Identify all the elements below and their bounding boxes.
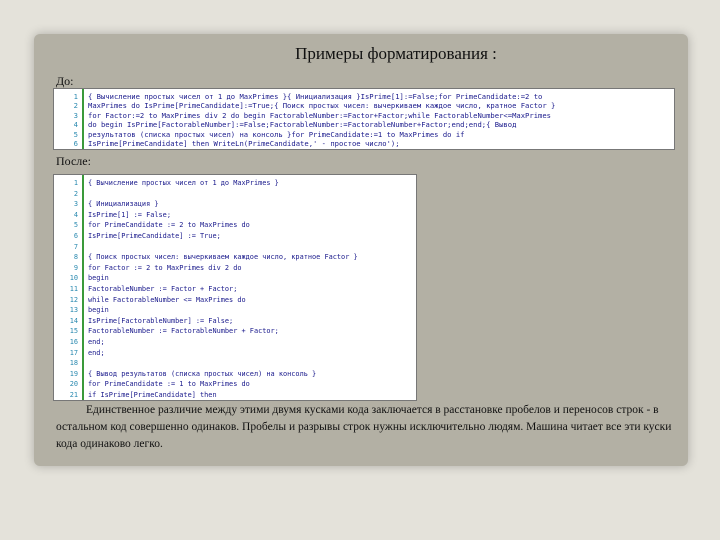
code-line: 2 (54, 189, 416, 200)
code-line: 19 { Вывод результатов (списка простых чи… (54, 369, 416, 380)
line-number: 22 (58, 400, 78, 401)
code-line: 4 IsPrime[1] := False; (54, 210, 416, 221)
code-line: 14 IsPrime[FactorableNumber] := False; (54, 316, 416, 327)
code-line: 5 for PrimeCandidate := 2 to MaxPrimes do (54, 220, 416, 231)
slide-title: Примеры форматирования : (295, 44, 497, 63)
line-number: 6 (73, 138, 78, 148)
code-text: begin (88, 274, 109, 283)
code-line: 4 do begin IsPrime[FactorableNumber]:=Fal… (54, 120, 674, 129)
code-line: 15 FactorableNumber := FactorableNumber … (54, 326, 416, 337)
code-text: { Вычисление простых чисел от 1 до MaxPr… (88, 92, 543, 101)
line-number: 21 (69, 390, 78, 399)
code-text: WriteLn(PrimeCandidate, ' - простое числ… (88, 400, 271, 401)
line-number: 10 (69, 274, 78, 283)
code-text: FactorableNumber := FactorableNumber + F… (88, 327, 279, 336)
line-number: 2 (73, 189, 78, 198)
code-text: end; (88, 348, 105, 357)
code-text: do begin IsPrime[FactorableNumber]:=Fals… (88, 120, 517, 130)
before-code-block: 1 { Вычисление простых чисел от 1 до MaxP… (53, 88, 675, 150)
code-text: { Вычисление простых чисел от 1 до MaxPr… (88, 179, 279, 187)
code-line: 13 begin (54, 305, 416, 316)
code-line: 2 MaxPrimes do IsPrime[PrimeCandidate]:=T… (54, 101, 674, 110)
code-text: IsPrime[PrimeCandidate] := True; (88, 231, 221, 240)
code-line: 22 WriteLn(PrimeCandidate, ' - простое ч… (54, 400, 416, 401)
code-text: for Factor := 2 to MaxPrimes div 2 do (88, 263, 242, 272)
code-line: 5 результатов (списка простых чисел) на к… (54, 130, 674, 139)
code-text: { Поиск простых чисел: вычеркиваем каждо… (88, 253, 358, 262)
explanation-paragraph: Единственное различие между этими двумя … (56, 404, 672, 450)
line-number: 18 (69, 359, 78, 368)
line-number: 15 (69, 327, 78, 336)
code-text: for PrimeCandidate := 1 to MaxPrimes do (88, 380, 250, 389)
after-code-lines: 1 { Вычисление простых чисел от 1 до MaxP… (54, 178, 416, 401)
code-line: 12 while FactorableNumber <= MaxPrimes d… (54, 295, 416, 306)
code-line: 21 if IsPrime[PrimeCandidate] then (54, 390, 416, 400)
code-line: 7 (54, 242, 416, 253)
code-text: { Вывод результатов (списка простых чисе… (88, 369, 317, 378)
code-text: MaxPrimes do IsPrime[PrimeCandidate]:=Tr… (88, 101, 556, 111)
code-line: 9 for Factor := 2 to MaxPrimes div 2 do (54, 263, 416, 274)
line-number: 5 (73, 129, 78, 139)
code-text: { Инициализация } (88, 200, 159, 209)
slide: Примеры форматирования : До: 1 { Вычислен… (34, 34, 688, 466)
code-line: 1 { Вычисление простых чисел от 1 до MaxP… (54, 178, 416, 189)
line-number: 14 (69, 316, 78, 325)
line-number: 12 (69, 295, 78, 304)
line-number: 20 (69, 380, 78, 389)
code-text: FactorableNumber := Factor + Factor; (88, 284, 238, 293)
code-text: if IsPrime[PrimeCandidate] then (88, 390, 217, 399)
code-line: 16 end; (54, 337, 416, 348)
code-line: 3 { Инициализация } (54, 199, 416, 210)
code-line: 8 { Поиск простых чисел: вычеркиваем кажд… (54, 252, 416, 263)
line-number: 11 (69, 284, 78, 293)
code-line: 6 IsPrime[PrimeCandidate] := True; (54, 231, 416, 242)
line-number: 3 (73, 110, 78, 120)
line-number: 13 (69, 306, 78, 315)
line-number: 3 (73, 200, 78, 209)
line-number: 1 (73, 92, 78, 101)
after-code-block: 1 { Вычисление простых чисел от 1 до MaxP… (53, 174, 417, 401)
code-line: 11 FactorableNumber := Factor + Factor; (54, 284, 416, 295)
before-label: До: (56, 74, 74, 88)
code-line: 20 for PrimeCandidate := 1 to MaxPrimes d… (54, 379, 416, 390)
before-code-lines: 1 { Вычисление простых чисел от 1 до MaxP… (54, 92, 674, 148)
code-line: 1 { Вычисление простых чисел от 1 до MaxP… (54, 92, 674, 101)
after-label: После: (56, 154, 91, 168)
code-text: результатов (списка простых чисел) на ко… (88, 129, 465, 139)
line-number: 1 (73, 179, 78, 187)
line-number: 4 (73, 210, 78, 219)
code-text: IsPrime[1] := False; (88, 210, 171, 219)
line-number: 6 (73, 231, 78, 240)
line-number: 16 (69, 337, 78, 346)
code-line: 18 (54, 358, 416, 369)
code-text: end; (88, 337, 105, 346)
code-text: IsPrime[PrimeCandidate] then WriteLn(Pri… (88, 138, 400, 148)
line-number: 9 (73, 263, 78, 272)
line-number: 4 (73, 120, 78, 130)
code-text: for PrimeCandidate := 2 to MaxPrimes do (88, 221, 250, 230)
line-number: 7 (73, 242, 78, 251)
line-number: 17 (69, 348, 78, 357)
line-number: 5 (73, 221, 78, 230)
code-text: IsPrime[FactorableNumber] := False; (88, 316, 234, 325)
line-number: 2 (73, 101, 78, 111)
code-line: 3 for Factor:=2 to MaxPrimes div 2 do beg… (54, 111, 674, 120)
code-line: 17 end; (54, 348, 416, 359)
code-text: begin (88, 306, 109, 315)
code-line: 10 begin (54, 273, 416, 284)
code-text: for Factor:=2 to MaxPrimes div 2 do begi… (88, 110, 552, 120)
code-line: 6 IsPrime[PrimeCandidate] then WriteLn(Pr… (54, 139, 674, 148)
line-number: 8 (73, 253, 78, 262)
line-number: 19 (69, 369, 78, 378)
code-text: while FactorableNumber <= MaxPrimes do (88, 295, 246, 304)
